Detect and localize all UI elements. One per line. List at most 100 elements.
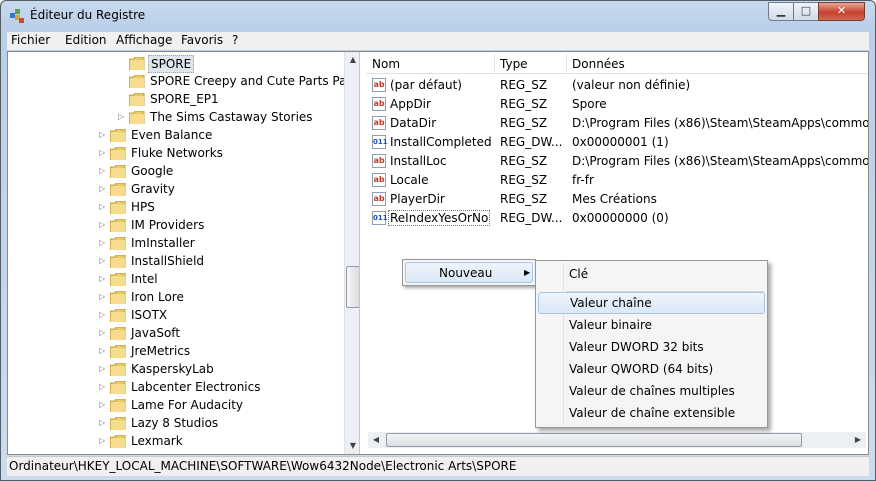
expand-arrow-icon[interactable]: ▷ (99, 342, 109, 360)
expand-arrow-icon[interactable]: ▷ (99, 270, 109, 288)
menu-affichage[interactable]: Affichage (116, 33, 172, 47)
scroll-down-arrow-icon[interactable]: ▼ (345, 438, 359, 454)
expand-arrow-icon[interactable]: ▷ (99, 180, 109, 198)
expand-arrow-icon[interactable]: ▷ (99, 360, 109, 378)
submenu-arrow-icon: ▶ (524, 268, 531, 277)
value-row[interactable]: ab PlayerDir REG_SZ Mes Créations (366, 190, 868, 209)
menu-item-nouveau[interactable]: Nouveau ▶ (405, 262, 533, 283)
folder-icon (129, 57, 145, 70)
value-type: REG_SZ (500, 173, 548, 187)
menu-fichier[interactable]: Fichier (11, 33, 50, 47)
scroll-up-arrow-icon[interactable]: ▲ (345, 52, 359, 68)
expand-arrow-icon[interactable]: ▷ (99, 234, 109, 252)
menu-item-valeur-qword[interactable]: Valeur QWORD (64 bits) (538, 358, 765, 380)
tree-vertical-scrollbar[interactable]: ▲ ▼ (344, 52, 359, 454)
menu-item-valeur-binaire[interactable]: Valeur binaire (538, 314, 765, 336)
expand-arrow-icon[interactable]: ▷ (99, 126, 109, 144)
tree-item[interactable]: ▷ Intel (99, 270, 329, 288)
scroll-right-arrow-icon[interactable]: ▶ (850, 432, 866, 448)
value-row[interactable]: 011 InstallCompleted REG_DW... 0x00000001 (… (366, 133, 868, 152)
value-type: REG_SZ (500, 97, 548, 111)
tree-item[interactable]: ▷ JreMetrics (99, 342, 329, 360)
value-row[interactable]: ab (par défaut) REG_SZ (valeur non définie) (366, 76, 868, 95)
expand-arrow-icon[interactable]: ▷ (99, 414, 109, 432)
expand-arrow-icon[interactable]: ▷ (99, 324, 109, 342)
menu-item-valeur-dword[interactable]: Valeur DWORD 32 bits (538, 336, 765, 358)
tree-item[interactable]: ▷ HPS (99, 198, 329, 216)
tree-item[interactable]: SPORE Creepy and Cute Parts Pack (118, 72, 344, 90)
menu-edition[interactable]: Edition (65, 33, 107, 47)
tree-item[interactable]: ▷ ISOTX (99, 306, 329, 324)
folder-icon (110, 219, 126, 232)
minimize-button[interactable]: ▁ (768, 2, 794, 21)
string-value-icon: ab (372, 173, 386, 187)
close-button[interactable]: ✕ (818, 2, 865, 21)
tree-item[interactable]: ▷ Even Balance (99, 126, 329, 144)
maximize-button[interactable]: □ (793, 2, 819, 21)
value-data: D:\Program Files (x86)\Steam\SteamApps\c… (572, 154, 868, 168)
value-row[interactable]: ab Locale REG_SZ fr-fr (366, 171, 868, 190)
menu-item-valeur-chaine[interactable]: Valeur chaîne (538, 292, 765, 314)
value-data: 0x00000000 (0) (572, 211, 669, 225)
value-row[interactable]: ab InstallLoc REG_SZ D:\Program Files (x86)… (366, 152, 868, 171)
expand-arrow-icon[interactable]: ▷ (99, 288, 109, 306)
column-divider[interactable] (494, 54, 495, 74)
tree-scroll-thumb[interactable] (346, 266, 359, 308)
menu-item-valeur-extensible[interactable]: Valeur de chaîne extensible (538, 402, 765, 424)
key-tree: SPORE SPORE Creepy and Cute Parts Pack SPO… (8, 52, 344, 454)
tree-item[interactable]: ▷ JavaSoft (99, 324, 329, 342)
scroll-left-arrow-icon[interactable]: ◀ (368, 432, 384, 448)
expand-arrow-icon[interactable]: ▷ (99, 198, 109, 216)
tree-item[interactable]: ▷ IM Providers (99, 216, 329, 234)
expand-arrow-icon[interactable]: ▷ (99, 396, 109, 414)
column-type[interactable]: Type (500, 57, 528, 71)
column-divider[interactable] (566, 54, 567, 74)
column-nom[interactable]: Nom (372, 57, 400, 71)
tree-item-label: Google (131, 164, 174, 178)
folder-icon (129, 93, 145, 106)
menu-item-valeur-multiples[interactable]: Valeur de chaînes multiples (538, 380, 765, 402)
string-value-icon: ab (372, 78, 386, 92)
expand-arrow-icon[interactable]: ▷ (99, 216, 109, 234)
tree-item[interactable]: ▷ Lazy 8 Studios (99, 414, 329, 432)
tree-item[interactable]: ▷ The Sims Castaway Stories (118, 108, 344, 126)
tree-item[interactable]: ▷ Google (99, 162, 329, 180)
expand-arrow-icon[interactable]: ▷ (99, 432, 109, 450)
expand-arrow-icon[interactable]: ▷ (118, 108, 128, 126)
tree-item[interactable]: SPORE (118, 54, 344, 73)
menu-help[interactable]: ? (232, 33, 238, 47)
column-donnees[interactable]: Données (572, 57, 625, 71)
tree-item[interactable]: ▷ Gravity (99, 180, 329, 198)
tree-item[interactable]: ▷ Lame For Audacity (99, 396, 329, 414)
folder-icon (129, 75, 145, 88)
tree-item[interactable]: ▷ Fluke Networks (99, 144, 329, 162)
list-scroll-thumb[interactable] (386, 433, 802, 447)
tree-item[interactable]: ▷ Lexmark (99, 432, 329, 450)
expand-arrow-icon[interactable]: ▷ (99, 306, 109, 324)
menu-item-cle[interactable]: Clé (538, 263, 765, 285)
tree-item[interactable]: ▷ Labcenter Electronics (99, 378, 329, 396)
list-horizontal-scrollbar[interactable]: ◀ ▶ (368, 432, 866, 448)
folder-icon (110, 255, 126, 268)
folder-icon (110, 363, 126, 376)
tree-item[interactable]: ▷ KasperskyLab (99, 360, 329, 378)
tree-item[interactable]: SPORE_EP1 (118, 90, 344, 108)
value-type: REG_DW... (500, 211, 563, 225)
column-header: Nom Type Données (366, 54, 868, 74)
tree-item[interactable]: ▷ InstallShield (99, 252, 329, 270)
tree-item[interactable]: ▷ ImInstaller (99, 234, 329, 252)
expand-arrow-icon[interactable]: ▷ (99, 144, 109, 162)
expand-arrow-icon[interactable]: ▷ (99, 378, 109, 396)
string-value-icon: ab (372, 97, 386, 111)
value-row[interactable]: ab DataDir REG_SZ D:\Program Files (x86)\St… (366, 114, 868, 133)
expand-arrow-icon[interactable]: ▷ (99, 162, 109, 180)
menu-favoris[interactable]: Favoris (181, 33, 223, 47)
title-bar[interactable]: Éditeur du Registre ▁ □ ✕ (1, 1, 875, 31)
value-row[interactable]: 011 ReIndexYesOrNo REG_DW... 0x00000000 (0) (366, 209, 868, 228)
folder-icon (110, 417, 126, 430)
folder-icon (110, 345, 126, 358)
tree-item[interactable]: ▷ Iron Lore (99, 288, 329, 306)
expand-arrow-icon[interactable]: ▷ (99, 252, 109, 270)
tree-item-label: ImInstaller (131, 236, 195, 250)
value-row[interactable]: ab AppDir REG_SZ Spore (366, 95, 868, 114)
